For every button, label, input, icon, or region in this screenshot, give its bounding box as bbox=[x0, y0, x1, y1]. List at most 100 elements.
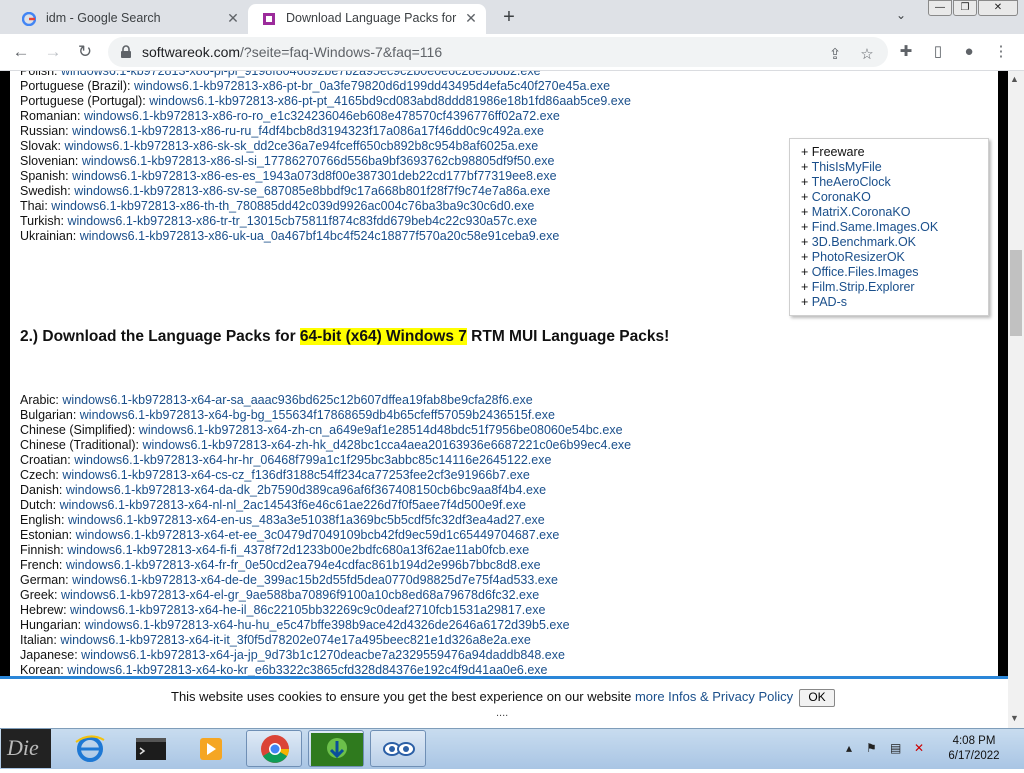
sidebar-link-item[interactable]: + ThisIsMyFile bbox=[801, 160, 882, 175]
download-link[interactable]: windows6.1-kb972813-x64-it-it_3f0f5d7820… bbox=[60, 633, 531, 647]
close-tab-icon[interactable]: ✕ bbox=[462, 9, 480, 27]
sidebar-link-label[interactable]: 3D.Benchmark.OK bbox=[812, 235, 916, 249]
tab-search-icon[interactable]: ⌄ bbox=[896, 8, 906, 22]
share-icon[interactable]: ⇪ bbox=[824, 44, 846, 66]
sidebar-link-item[interactable]: + PAD-s bbox=[801, 295, 847, 310]
page-scrollbar[interactable] bbox=[1008, 71, 1024, 728]
profile-icon[interactable]: ● bbox=[958, 41, 980, 63]
sidebar-link-label[interactable]: Find.Same.Images.OK bbox=[812, 220, 938, 234]
download-link[interactable]: windows6.1-kb972813-x64-de-de_399ac15b2d… bbox=[72, 573, 558, 587]
language-label: Swedish: bbox=[20, 184, 75, 198]
sidebar-link-label[interactable]: ThisIsMyFile bbox=[812, 160, 882, 174]
extensions-icon[interactable]: ✚ bbox=[895, 41, 917, 63]
sidebar-link-label[interactable]: Office.Files.Images bbox=[812, 265, 919, 279]
download-link[interactable]: windows6.1-kb972813-x86-sv-se_687085e8bb… bbox=[74, 184, 550, 198]
start-label: Die bbox=[7, 735, 39, 760]
reload-icon[interactable]: ↻ bbox=[74, 41, 96, 63]
sidebar-link-label[interactable]: CoronaKO bbox=[812, 190, 871, 204]
sidebar-link-label[interactable]: PAD-s bbox=[812, 295, 847, 309]
cookie-ok-button[interactable]: OK bbox=[799, 689, 835, 707]
download-link[interactable]: windows6.1-kb972813-x64-hr-hr_06468f799a… bbox=[74, 453, 551, 467]
side-panel-icon[interactable]: ▯ bbox=[927, 41, 949, 63]
download-row: Czech: windows6.1-kb972813-x64-cs-cz_f13… bbox=[20, 468, 530, 483]
download-link[interactable]: windows6.1-kb972813-x86-uk-ua_0a467bf14b… bbox=[80, 229, 560, 243]
taskbar-eyes-app[interactable] bbox=[370, 730, 426, 767]
restore-button[interactable]: ❐ bbox=[953, 0, 977, 16]
download-link[interactable]: windows6.1-kb972813-x86-tr-tr_13015cb758… bbox=[67, 214, 537, 228]
taskbar-internet-explorer[interactable] bbox=[62, 730, 118, 767]
volume-muted-icon[interactable]: ✕ bbox=[914, 741, 924, 755]
tab-google-search[interactable]: idm - Google Search ✕ bbox=[8, 4, 248, 34]
download-link[interactable]: windows6.1-kb972813-x86-th-th_780885dd42… bbox=[51, 199, 534, 213]
start-button[interactable]: Die bbox=[1, 729, 51, 768]
sidebar-link-item[interactable]: + 3D.Benchmark.OK bbox=[801, 235, 916, 250]
download-link[interactable]: windows6.1-kb972813-x64-ar-sa_aaac936bd6… bbox=[62, 393, 532, 407]
download-row: Slovenian: windows6.1-kb972813-x86-sl-si… bbox=[20, 154, 554, 169]
download-link[interactable]: windows6.1-kb972813-x64-hu-hu_e5c47bffe3… bbox=[85, 618, 570, 632]
download-link[interactable]: windows6.1-kb972813-x64-et-ee_3c0479d704… bbox=[76, 528, 560, 542]
sidebar-link-item[interactable]: + Find.Same.Images.OK bbox=[801, 220, 938, 235]
download-link[interactable]: windows6.1-kb972813-x64-nl-nl_2ac14543f6… bbox=[60, 498, 526, 512]
internet-explorer-icon bbox=[75, 735, 105, 762]
lock-icon bbox=[121, 45, 131, 58]
taskbar-idm[interactable] bbox=[308, 730, 364, 767]
download-link[interactable]: windows6.1-kb972813-x64-fr-fr_0e50cd2ea7… bbox=[66, 558, 541, 572]
sidebar-link-item[interactable]: + Office.Files.Images bbox=[801, 265, 919, 280]
menu-icon[interactable]: ⋮ bbox=[990, 41, 1012, 63]
language-label: Hebrew: bbox=[20, 603, 71, 617]
sidebar-link-label[interactable]: TheAeroClock bbox=[812, 175, 891, 189]
network-icon[interactable]: ▤ bbox=[890, 741, 901, 755]
forward-icon[interactable]: → bbox=[42, 41, 64, 63]
sidebar-link-label[interactable]: MatriX.CoronaKO bbox=[812, 205, 911, 219]
download-link[interactable]: windows6.1-kb972813-x86-sk-sk_dd2ce36a7e… bbox=[64, 139, 538, 153]
download-link[interactable]: windows6.1-kb972813-x64-he-il_86c22105bb… bbox=[70, 603, 545, 617]
taskbar-chrome[interactable] bbox=[246, 730, 302, 767]
download-link[interactable]: windows6.1-kb972813-x86-pt-br_0a3fe79820… bbox=[134, 79, 610, 93]
scrollbar-thumb[interactable] bbox=[1010, 250, 1022, 336]
download-link[interactable]: windows6.1-kb972813-x64-zh-cn_a649e9af1e… bbox=[139, 423, 623, 437]
sidebar-link-label[interactable]: Film.Strip.Explorer bbox=[812, 280, 915, 294]
language-label: Chinese (Simplified): bbox=[20, 423, 139, 437]
new-tab-button[interactable]: + bbox=[498, 6, 520, 28]
language-label: Romanian: bbox=[20, 109, 84, 123]
scroll-down-icon[interactable]: ▼ bbox=[1010, 713, 1019, 723]
close-tab-icon[interactable]: ✕ bbox=[224, 9, 242, 27]
sidebar-link-item[interactable]: + PhotoResizerOK bbox=[801, 250, 905, 265]
download-link[interactable]: windows6.1-kb972813-x64-el-gr_9ae588ba70… bbox=[61, 588, 539, 602]
download-link[interactable]: windows6.1-kb972813-x64-fi-fi_4378f72d12… bbox=[67, 543, 529, 557]
taskbar-terminal[interactable] bbox=[122, 730, 178, 767]
back-icon[interactable]: ← bbox=[10, 41, 32, 63]
flag-icon[interactable]: ⚑ bbox=[866, 741, 877, 755]
google-icon bbox=[22, 12, 36, 26]
download-link[interactable]: windows6.1-kb972813-x64-zh-hk_d428bc1cca… bbox=[143, 438, 632, 452]
sidebar-link-label[interactable]: PhotoResizerOK bbox=[812, 250, 905, 264]
close-window-button[interactable]: ✕ bbox=[978, 0, 1018, 16]
show-hidden-icons[interactable]: ▴ bbox=[846, 741, 852, 755]
tab-language-packs[interactable]: Download Language Packs for W ✕ bbox=[248, 4, 486, 34]
download-link[interactable]: windows6.1-kb972813-x64-cs-cz_f136df3188… bbox=[62, 468, 529, 482]
download-link[interactable]: windows6.1-kb972813-x86-pt-pt_4165bd9cd0… bbox=[149, 94, 631, 108]
privacy-policy-link[interactable]: more Infos & Privacy Policy bbox=[635, 689, 793, 704]
download-link[interactable]: windows6.1-kb972813-x64-bg-bg_155634f178… bbox=[80, 408, 555, 422]
address-bar[interactable]: softwareok.com/?seite=faq-Windows-7&faq=… bbox=[108, 37, 888, 67]
download-link[interactable]: windows6.1-kb972813-x64-ko-kr_e6b3322c38… bbox=[67, 663, 547, 677]
download-row: Polish: windows6.1-kb972813-x86-pl-pl_91… bbox=[20, 71, 541, 79]
software-sidebar: + Freeware + ThisIsMyFile + TheAeroClock + … bbox=[789, 138, 989, 316]
download-link[interactable]: windows6.1-kb972813-x64-en-us_483a3e5103… bbox=[68, 513, 545, 527]
minimize-button[interactable]: — bbox=[928, 0, 952, 16]
scroll-up-icon[interactable]: ▲ bbox=[1010, 74, 1019, 84]
clock[interactable]: 4:08 PM 6/17/2022 bbox=[944, 734, 1004, 764]
download-link[interactable]: windows6.1-kb972813-x86-sl-si_1778627076… bbox=[82, 154, 555, 168]
download-link[interactable]: windows6.1-kb972813-x64-da-dk_2b7590d389… bbox=[66, 483, 546, 497]
bookmark-star-icon[interactable]: ☆ bbox=[856, 44, 878, 66]
sidebar-link-item[interactable]: + MatriX.CoronaKO bbox=[801, 205, 910, 220]
sidebar-link-item[interactable]: + Film.Strip.Explorer bbox=[801, 280, 915, 295]
download-link[interactable]: windows6.1-kb972813-x86-ro-ro_e1c3242360… bbox=[84, 109, 560, 123]
download-link[interactable]: windows6.1-kb972813-x64-ja-jp_9d73b1c127… bbox=[81, 648, 565, 662]
download-link[interactable]: windows6.1-kb972813-x86-es-es_1943a073d8… bbox=[72, 169, 556, 183]
sidebar-link-item[interactable]: + CoronaKO bbox=[801, 190, 871, 205]
download-link[interactable]: windows6.1-kb972813-x86-ru-ru_f4df4bcb8d… bbox=[72, 124, 544, 138]
download-link[interactable]: windows6.1-kb972813-x86-pl-pl_9198f80468… bbox=[61, 71, 541, 78]
taskbar-media-player[interactable] bbox=[182, 730, 238, 767]
sidebar-link-item[interactable]: + TheAeroClock bbox=[801, 175, 891, 190]
